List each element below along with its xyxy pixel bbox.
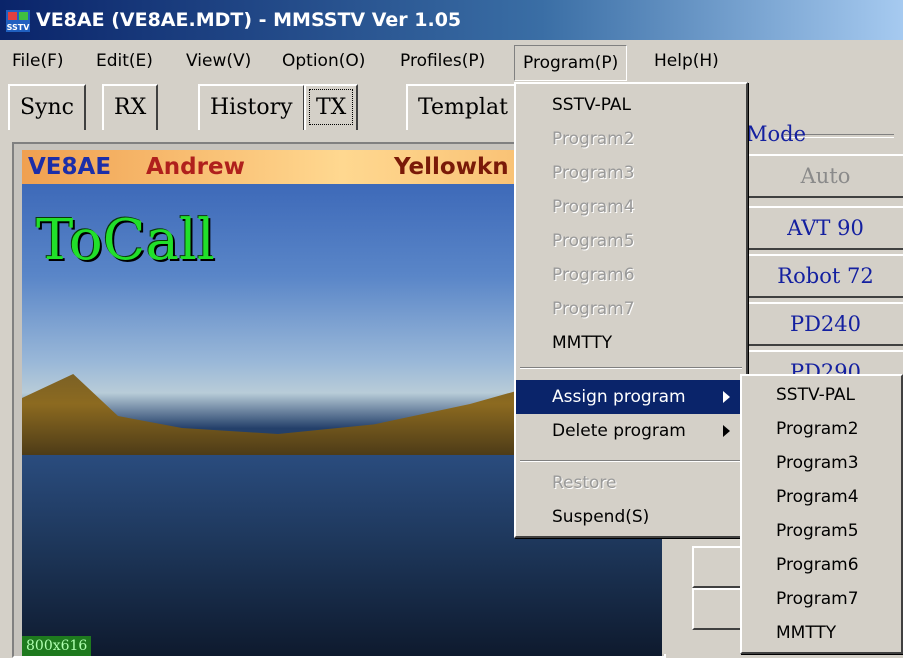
mode-avt90-button[interactable]: AVT 90: [744, 206, 903, 250]
program-menu-item-sstv-pal[interactable]: SSTV-PAL: [516, 88, 631, 122]
submenu-arrow-icon: [723, 391, 730, 403]
menu-file[interactable]: File(F): [4, 40, 72, 82]
menu-option[interactable]: Option(O): [274, 40, 373, 82]
banner-name: Andrew: [146, 154, 245, 180]
delete-program-item[interactable]: Delete program: [516, 414, 746, 448]
menu-separator: [520, 367, 742, 369]
tab-sync[interactable]: Sync: [8, 84, 86, 130]
submenu-arrow-icon: [723, 425, 730, 437]
mode-label: Mode: [746, 122, 807, 146]
mode-pd240-button[interactable]: PD240: [744, 302, 903, 346]
menu-program[interactable]: Program(P): [514, 45, 628, 81]
program-menu-item-program7: Program7: [552, 299, 635, 319]
tab-rx[interactable]: RX: [102, 84, 159, 130]
assign-item-program2[interactable]: Program2: [742, 412, 859, 446]
tocall-overlay: ToCall: [36, 208, 215, 273]
menu-profiles[interactable]: Profiles(P): [392, 40, 493, 82]
program-menu-item-program3: Program3: [552, 163, 635, 183]
program-menu-item-program6: Program6: [552, 265, 635, 285]
menu-separator: [520, 460, 742, 462]
window-title: VE8AE (VE8AE.MDT) - MMSSTV Ver 1.05: [36, 9, 462, 31]
mmsstv-app-icon[interactable]: SSTV: [6, 10, 30, 32]
assign-item-mmtty[interactable]: MMTTY: [742, 616, 836, 650]
program-menu-item-program4: Program4: [552, 197, 635, 217]
assign-item-program4[interactable]: Program4: [742, 480, 859, 514]
assign-item-program7[interactable]: Program7: [742, 582, 859, 616]
image-size-label: 800x616: [22, 636, 92, 656]
app-icon-text: SSTV: [7, 23, 30, 32]
program-menu-item-mmtty[interactable]: MMTTY: [516, 326, 612, 360]
suspend-item[interactable]: Suspend(S): [516, 500, 649, 534]
program-menu: SSTV-PAL Program2 Program3 Program4 Prog…: [514, 82, 748, 538]
menu-bar: File(F) Edit(E) View(V) Option(O) Profil…: [0, 40, 903, 82]
assign-program-submenu: SSTV-PAL Program2 Program3 Program4 Prog…: [740, 374, 903, 654]
mode-robot72-button[interactable]: Robot 72: [744, 254, 903, 298]
assign-item-program5[interactable]: Program5: [742, 514, 859, 548]
program-menu-item-program2: Program2: [552, 129, 635, 149]
delete-program-label: Delete program: [552, 421, 686, 441]
restore-item: Restore: [552, 473, 617, 493]
tab-template[interactable]: Templat: [406, 84, 520, 130]
assign-program-label: Assign program: [552, 387, 686, 407]
tab-tx[interactable]: TX: [304, 84, 359, 130]
assign-item-program6[interactable]: Program6: [742, 548, 859, 582]
banner-callsign: VE8AE: [28, 154, 112, 180]
assign-program-item[interactable]: Assign program: [516, 380, 746, 414]
assign-item-sstv-pal[interactable]: SSTV-PAL: [742, 378, 855, 412]
mode-auto-button[interactable]: Auto: [744, 154, 903, 198]
banner-location: Yellowkn: [394, 154, 509, 180]
menu-help[interactable]: Help(H): [646, 40, 727, 82]
assign-item-program3[interactable]: Program3: [742, 446, 859, 480]
title-bar: SSTV VE8AE (VE8AE.MDT) - MMSSTV Ver 1.05: [0, 0, 903, 40]
program-menu-item-program5: Program5: [552, 231, 635, 251]
tab-history[interactable]: History: [198, 84, 305, 130]
menu-view[interactable]: View(V): [178, 40, 259, 82]
menu-edit[interactable]: Edit(E): [88, 40, 161, 82]
